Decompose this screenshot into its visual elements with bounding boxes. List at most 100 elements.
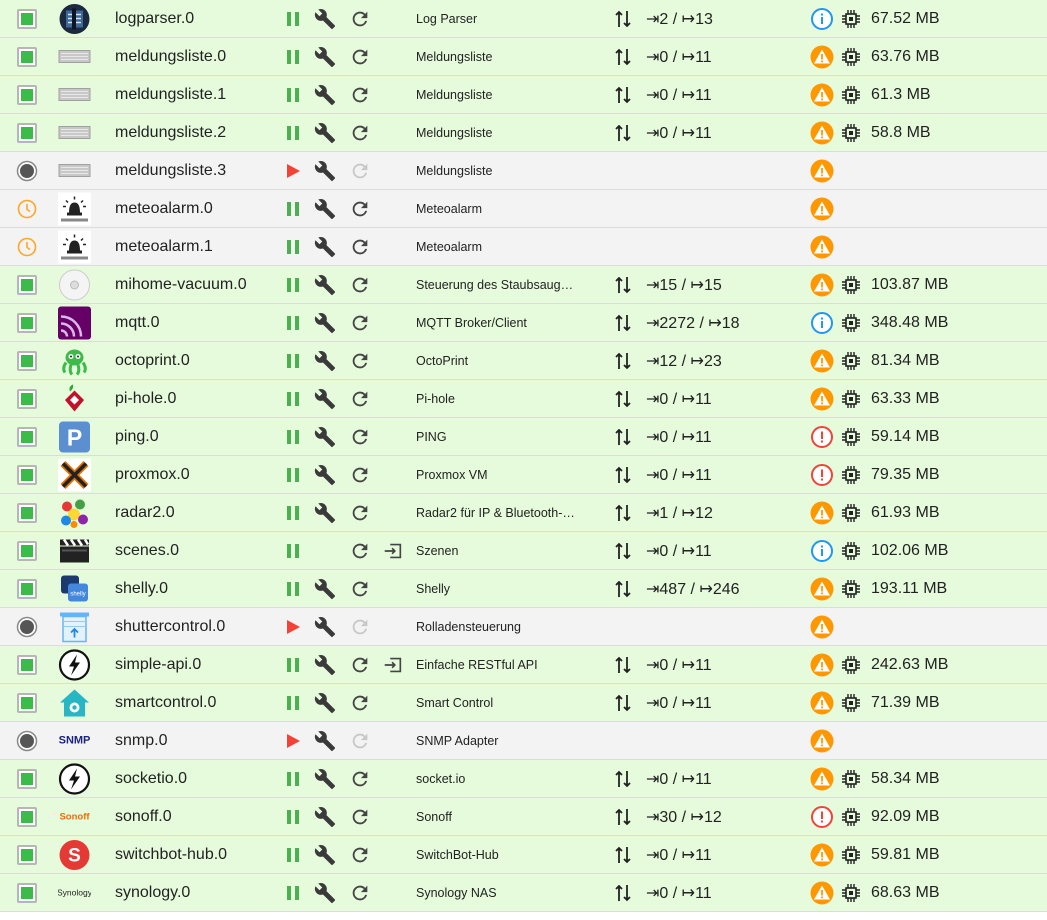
wrench-icon[interactable] xyxy=(314,388,336,410)
wrench-icon[interactable] xyxy=(314,350,336,372)
pause-icon[interactable] xyxy=(282,692,304,714)
wrench-icon[interactable] xyxy=(314,312,336,334)
restart-icon[interactable] xyxy=(349,578,371,600)
wrench-icon[interactable] xyxy=(314,730,336,752)
wrench-icon[interactable] xyxy=(314,882,336,904)
log-level-warn-icon[interactable] xyxy=(810,387,834,411)
wrench-icon[interactable] xyxy=(314,160,336,182)
restart-icon[interactable] xyxy=(349,540,371,562)
pause-icon[interactable] xyxy=(282,236,304,258)
log-level-error-icon[interactable] xyxy=(810,805,834,829)
play-icon[interactable] xyxy=(282,160,304,182)
pause-icon[interactable] xyxy=(282,654,304,676)
wrench-icon[interactable] xyxy=(314,236,336,258)
log-level-warn-icon[interactable] xyxy=(810,615,834,639)
pause-icon[interactable] xyxy=(282,84,304,106)
restart-icon[interactable] xyxy=(349,350,371,372)
open-link-icon[interactable] xyxy=(382,540,404,562)
wrench-icon[interactable] xyxy=(314,654,336,676)
pause-icon[interactable] xyxy=(282,578,304,600)
log-level-warn-icon[interactable] xyxy=(810,349,834,373)
pause-icon[interactable] xyxy=(282,806,304,828)
log-level-warn-icon[interactable] xyxy=(810,273,834,297)
log-level-warn-icon[interactable] xyxy=(810,729,834,753)
pause-icon[interactable] xyxy=(282,768,304,790)
log-level-error-icon[interactable] xyxy=(810,425,834,449)
log-level-warn-icon[interactable] xyxy=(810,577,834,601)
play-icon[interactable] xyxy=(282,730,304,752)
pause-icon[interactable] xyxy=(282,882,304,904)
wrench-icon[interactable] xyxy=(314,844,336,866)
open-link-icon[interactable] xyxy=(382,654,404,676)
pause-icon[interactable] xyxy=(282,122,304,144)
play-icon[interactable] xyxy=(282,616,304,638)
wrench-icon[interactable] xyxy=(314,274,336,296)
pause-icon[interactable] xyxy=(282,464,304,486)
log-level-info-icon[interactable] xyxy=(810,7,834,31)
log-level-warn-icon[interactable] xyxy=(810,501,834,525)
wrench-icon[interactable] xyxy=(314,426,336,448)
instance-description: Shelly xyxy=(416,581,451,596)
log-level-warn-icon[interactable] xyxy=(810,159,834,183)
wrench-icon[interactable] xyxy=(314,692,336,714)
log-level-info-icon[interactable] xyxy=(810,311,834,335)
events-in: 0 xyxy=(659,124,669,142)
wrench-icon[interactable] xyxy=(314,616,336,638)
adapter-row: meldungsliste.1 Meldungsliste ⇥0 / ↦11 61.3… xyxy=(0,76,1047,114)
log-level-warn-icon[interactable] xyxy=(810,767,834,791)
restart-icon[interactable] xyxy=(349,312,371,334)
pause-icon[interactable] xyxy=(282,388,304,410)
restart-icon[interactable] xyxy=(349,806,371,828)
wrench-icon[interactable] xyxy=(314,464,336,486)
log-level-error-icon[interactable] xyxy=(810,463,834,487)
restart-icon[interactable] xyxy=(349,46,371,68)
restart-icon xyxy=(349,616,371,638)
events-arrows-icon xyxy=(612,692,634,714)
restart-icon[interactable] xyxy=(349,8,371,30)
restart-icon[interactable] xyxy=(349,882,371,904)
wrench-icon[interactable] xyxy=(314,84,336,106)
pause-icon[interactable] xyxy=(282,198,304,220)
wrench-icon[interactable] xyxy=(314,768,336,790)
restart-icon[interactable] xyxy=(349,654,371,676)
log-level-warn-icon[interactable] xyxy=(810,881,834,905)
restart-icon[interactable] xyxy=(349,426,371,448)
restart-icon[interactable] xyxy=(349,274,371,296)
wrench-icon[interactable] xyxy=(314,806,336,828)
wrench-icon[interactable] xyxy=(314,46,336,68)
restart-icon[interactable] xyxy=(349,388,371,410)
restart-icon[interactable] xyxy=(349,236,371,258)
pause-icon[interactable] xyxy=(282,8,304,30)
log-level-warn-icon[interactable] xyxy=(810,653,834,677)
wrench-icon[interactable] xyxy=(314,198,336,220)
pause-icon[interactable] xyxy=(282,46,304,68)
restart-icon[interactable] xyxy=(349,692,371,714)
log-level-warn-icon[interactable] xyxy=(810,83,834,107)
restart-icon[interactable] xyxy=(349,502,371,524)
pause-icon[interactable] xyxy=(282,350,304,372)
wrench-icon[interactable] xyxy=(314,502,336,524)
log-level-warn-icon[interactable] xyxy=(810,235,834,259)
pause-icon[interactable] xyxy=(282,274,304,296)
log-level-warn-icon[interactable] xyxy=(810,843,834,867)
pause-icon[interactable] xyxy=(282,426,304,448)
log-level-warn-icon[interactable] xyxy=(810,691,834,715)
log-level-warn-icon[interactable] xyxy=(810,197,834,221)
pause-icon[interactable] xyxy=(282,540,304,562)
restart-icon[interactable] xyxy=(349,768,371,790)
events-counter: ⇥0 / ↦11 xyxy=(646,656,712,674)
wrench-icon[interactable] xyxy=(314,578,336,600)
restart-icon[interactable] xyxy=(349,464,371,486)
log-level-warn-icon[interactable] xyxy=(810,45,834,69)
pause-icon[interactable] xyxy=(282,312,304,334)
wrench-icon[interactable] xyxy=(314,122,336,144)
pause-icon[interactable] xyxy=(282,502,304,524)
restart-icon[interactable] xyxy=(349,844,371,866)
restart-icon[interactable] xyxy=(349,122,371,144)
pause-icon[interactable] xyxy=(282,844,304,866)
log-level-warn-icon[interactable] xyxy=(810,121,834,145)
log-level-info-icon[interactable] xyxy=(810,539,834,563)
restart-icon[interactable] xyxy=(349,198,371,220)
restart-icon[interactable] xyxy=(349,84,371,106)
wrench-icon[interactable] xyxy=(314,8,336,30)
